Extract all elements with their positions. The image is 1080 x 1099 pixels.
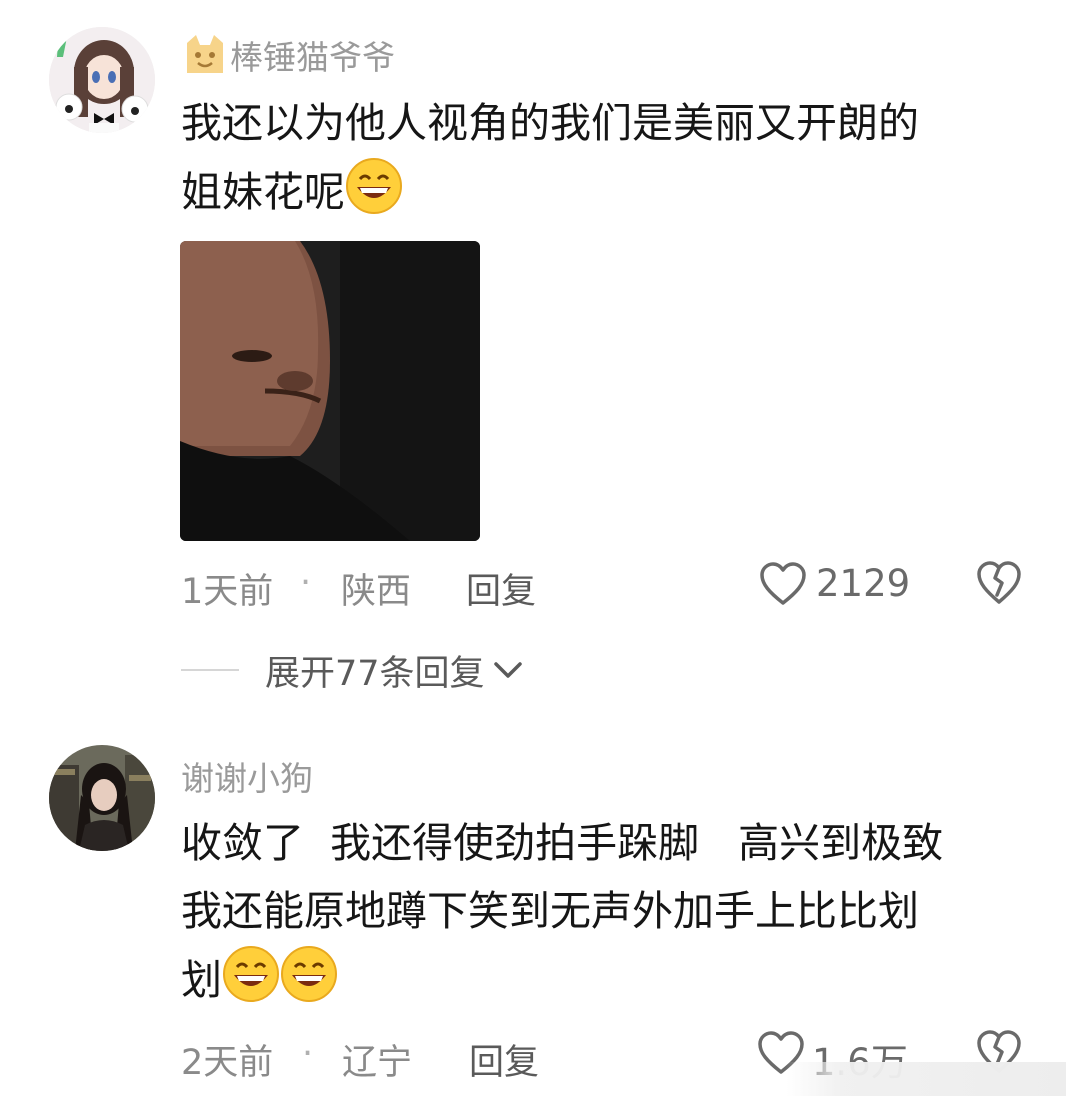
grin-emoji-icon	[281, 946, 337, 1002]
timestamp: 2天前	[181, 1043, 274, 1083]
cat-emoji-icon	[187, 35, 223, 73]
grin-emoji-icon	[346, 158, 402, 214]
comment-text-line: 收敛了 我还得使劲拍手跺脚 高兴到极致	[181, 819, 944, 867]
chevron-down-icon	[493, 662, 522, 678]
comment-text: 收敛了 我还得使劲拍手跺脚 高兴到极致 我还能原地蹲下笑到无声外加手上比比划 划	[181, 809, 1041, 1014]
username[interactable]: 谢谢小狗	[181, 752, 313, 800]
meta-separator: ·	[300, 563, 312, 603]
anime-girl-avatar-icon	[49, 27, 155, 133]
expand-replies-label: 展开77条回复	[265, 653, 485, 694]
reply-button[interactable]: 回复	[469, 1034, 539, 1085]
username[interactable]: 棒锤猫爷爷	[182, 31, 395, 79]
man-in-black-turtleneck-photo	[180, 241, 480, 541]
broken-heart-dislike-icon[interactable]	[976, 561, 1022, 605]
comment-text-line: 划	[181, 956, 222, 1004]
heart-like-icon[interactable]	[759, 562, 807, 606]
location: 陕西	[341, 572, 412, 612]
like-count: 2129	[816, 562, 911, 605]
girl-photo-avatar-icon	[49, 745, 155, 851]
meta-separator: ·	[302, 1034, 314, 1074]
watermark-overlay	[786, 1062, 1066, 1096]
comment-text-line: 我还以为他人视角的我们是美丽又开朗的	[181, 99, 919, 147]
grin-emoji-icon	[223, 946, 279, 1002]
username-text: 棒锤猫爷爷	[230, 38, 395, 77]
attached-image[interactable]	[180, 241, 480, 541]
comment-text: 我还以为他人视角的我们是美丽又开朗的 姐妹花呢	[181, 89, 1041, 226]
expand-replies-button[interactable]: 展开77条回复	[181, 648, 523, 694]
avatar[interactable]	[49, 27, 155, 133]
comment-text-line: 我还能原地蹲下笑到无声外加手上比比划	[181, 887, 919, 935]
timestamp: 1天前	[181, 572, 274, 612]
divider	[181, 669, 239, 671]
location: 辽宁	[342, 1043, 413, 1083]
reply-button[interactable]: 回复	[466, 563, 536, 614]
avatar[interactable]	[49, 745, 155, 851]
comment-text-line: 姐妹花呢	[181, 168, 345, 216]
